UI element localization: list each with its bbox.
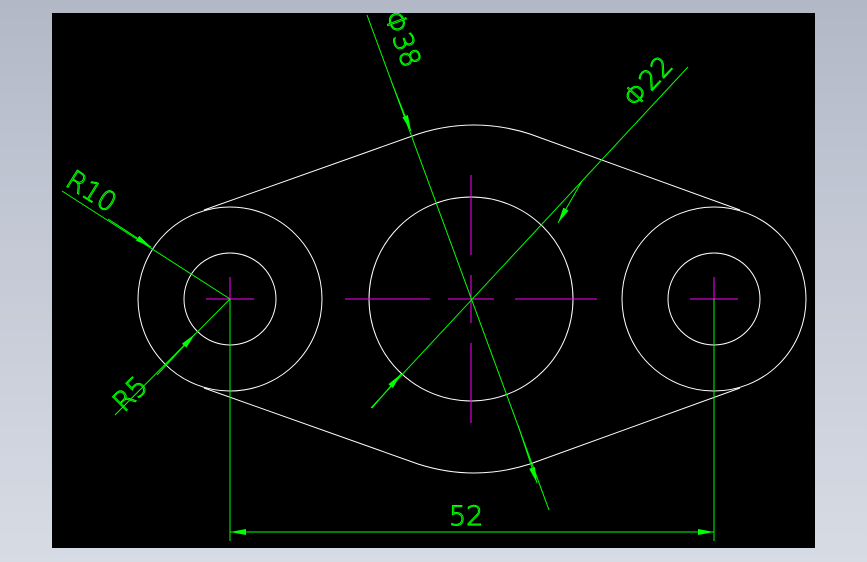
dia22-arrow-lower xyxy=(371,373,402,409)
dim-r10[interactable]: R10 xyxy=(60,164,231,300)
r10-arrow xyxy=(107,218,152,248)
r5-arrow xyxy=(156,333,196,376)
cad-drawing[interactable]: Φ38 Φ22 R10 R5 52 xyxy=(52,13,815,548)
dim-r5[interactable]: R5 xyxy=(107,298,231,418)
dia22-label: Φ22 xyxy=(617,51,679,114)
dim52-label: 52 xyxy=(449,501,483,532)
dim-dia38[interactable]: Φ38 xyxy=(366,13,550,511)
r5-label: R5 xyxy=(107,371,154,418)
drawing-canvas[interactable]: Φ38 Φ22 R10 R5 52 xyxy=(52,13,815,548)
dia22-leader xyxy=(370,66,689,409)
dim-52[interactable]: 52 xyxy=(229,299,715,541)
dia22-arrow-upper xyxy=(557,180,583,224)
dia38-arrow-bottom xyxy=(517,424,538,484)
dia38-arrow-top xyxy=(391,82,412,132)
r10-label: R10 xyxy=(60,165,121,219)
